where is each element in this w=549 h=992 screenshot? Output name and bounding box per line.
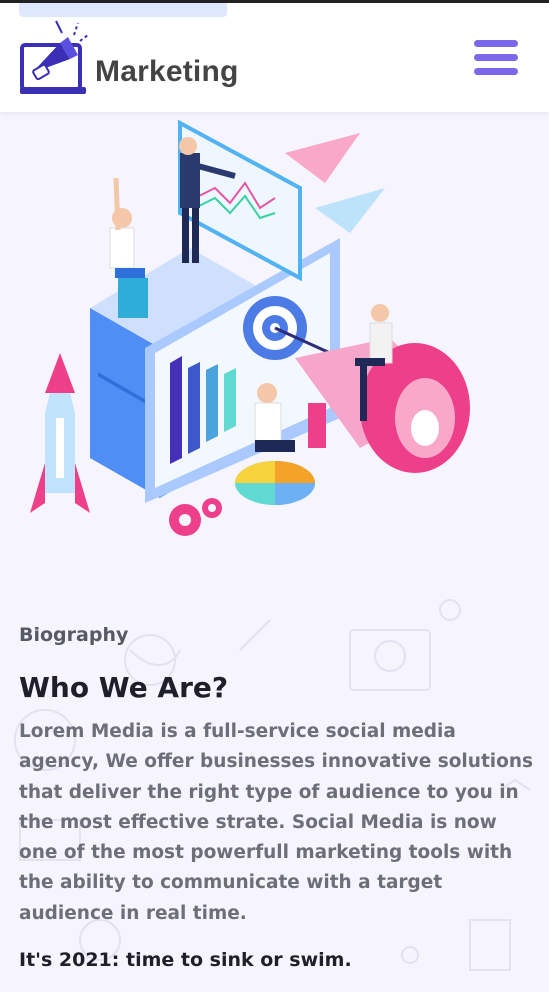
- section-eyebrow: Biography: [19, 624, 129, 646]
- megaphone-laptop-icon: [20, 20, 88, 94]
- section-description: Lorem Media is a full-service social med…: [19, 721, 534, 924]
- hamburger-menu-icon-bar-bottom: [474, 68, 518, 75]
- marketing-team-illustration: [30, 119, 470, 536]
- hamburger-menu-icon-bar-top: [474, 40, 518, 47]
- section-tagline: It's 2021: time to sink or swim.: [19, 949, 352, 971]
- section-title: Who We Are?: [19, 671, 229, 704]
- brand-name: Marketing: [95, 55, 239, 88]
- hamburger-menu-button[interactable]: [470, 36, 524, 80]
- site-header: Marketing: [0, 3, 549, 112]
- hamburger-menu-icon-bar-middle: [474, 54, 518, 61]
- browser-tab-indicator: [19, 3, 227, 17]
